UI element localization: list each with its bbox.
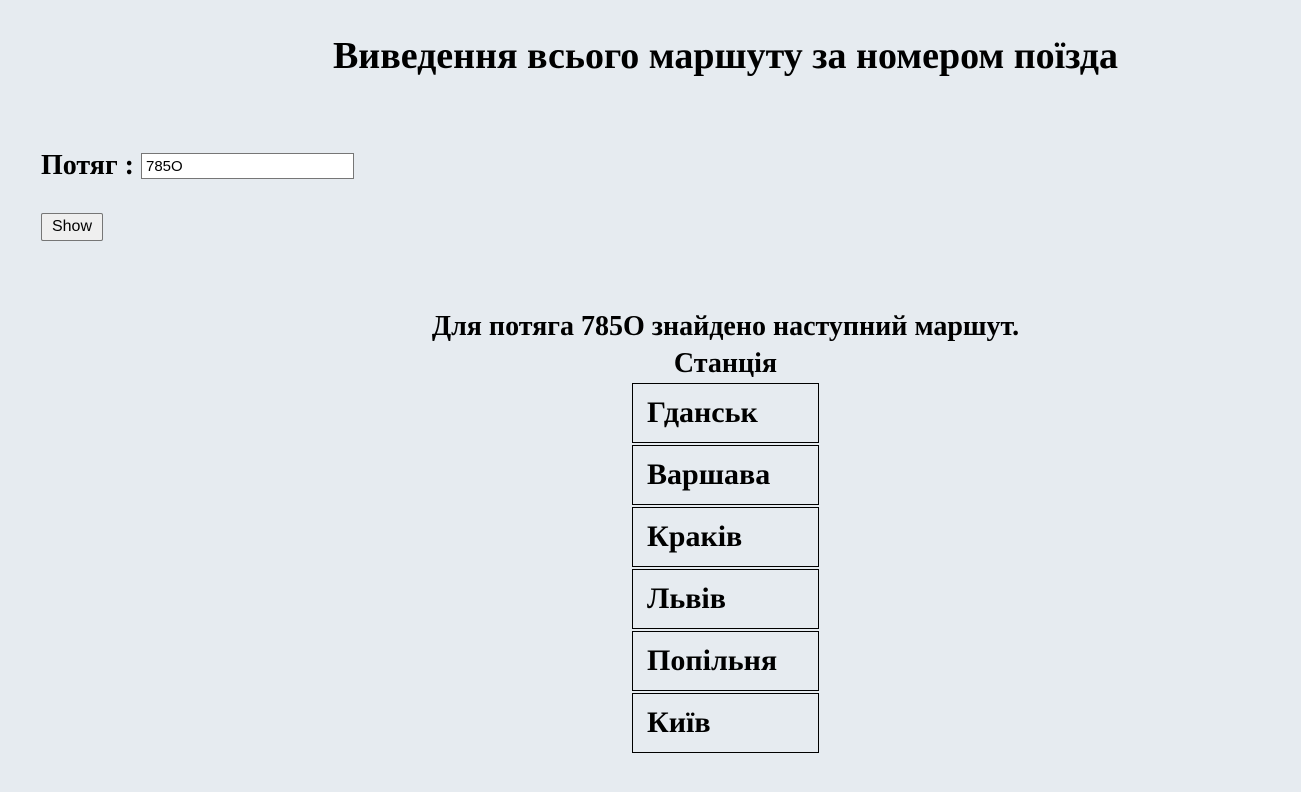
station-cell: Львів bbox=[632, 569, 819, 629]
page-title: Виведення всього маршуту за номером поїз… bbox=[332, 35, 1119, 77]
station-cell: Попільня bbox=[632, 631, 819, 691]
table-row: Попільня bbox=[632, 631, 819, 691]
station-column-header: Станція bbox=[673, 348, 778, 379]
table-row: Київ bbox=[632, 693, 819, 753]
train-number-input[interactable] bbox=[140, 153, 354, 179]
table-row: Львів bbox=[632, 569, 819, 629]
route-table: Станція Гданськ Варшава Краків Львів Поп… bbox=[630, 345, 821, 755]
result-message: Для потяга 785O знайдено наступний маршу… bbox=[431, 311, 1020, 342]
train-label: Потяг : bbox=[41, 150, 134, 181]
show-button[interactable]: Show bbox=[41, 213, 103, 241]
train-form: Потяг : bbox=[41, 150, 354, 182]
table-header-row: Станція bbox=[632, 347, 819, 381]
table-row: Гданськ bbox=[632, 383, 819, 443]
table-row: Варшава bbox=[632, 445, 819, 505]
station-cell: Краків bbox=[632, 507, 819, 567]
station-cell: Київ bbox=[632, 693, 819, 753]
station-cell: Гданськ bbox=[632, 383, 819, 443]
table-row: Краків bbox=[632, 507, 819, 567]
station-cell: Варшава bbox=[632, 445, 819, 505]
